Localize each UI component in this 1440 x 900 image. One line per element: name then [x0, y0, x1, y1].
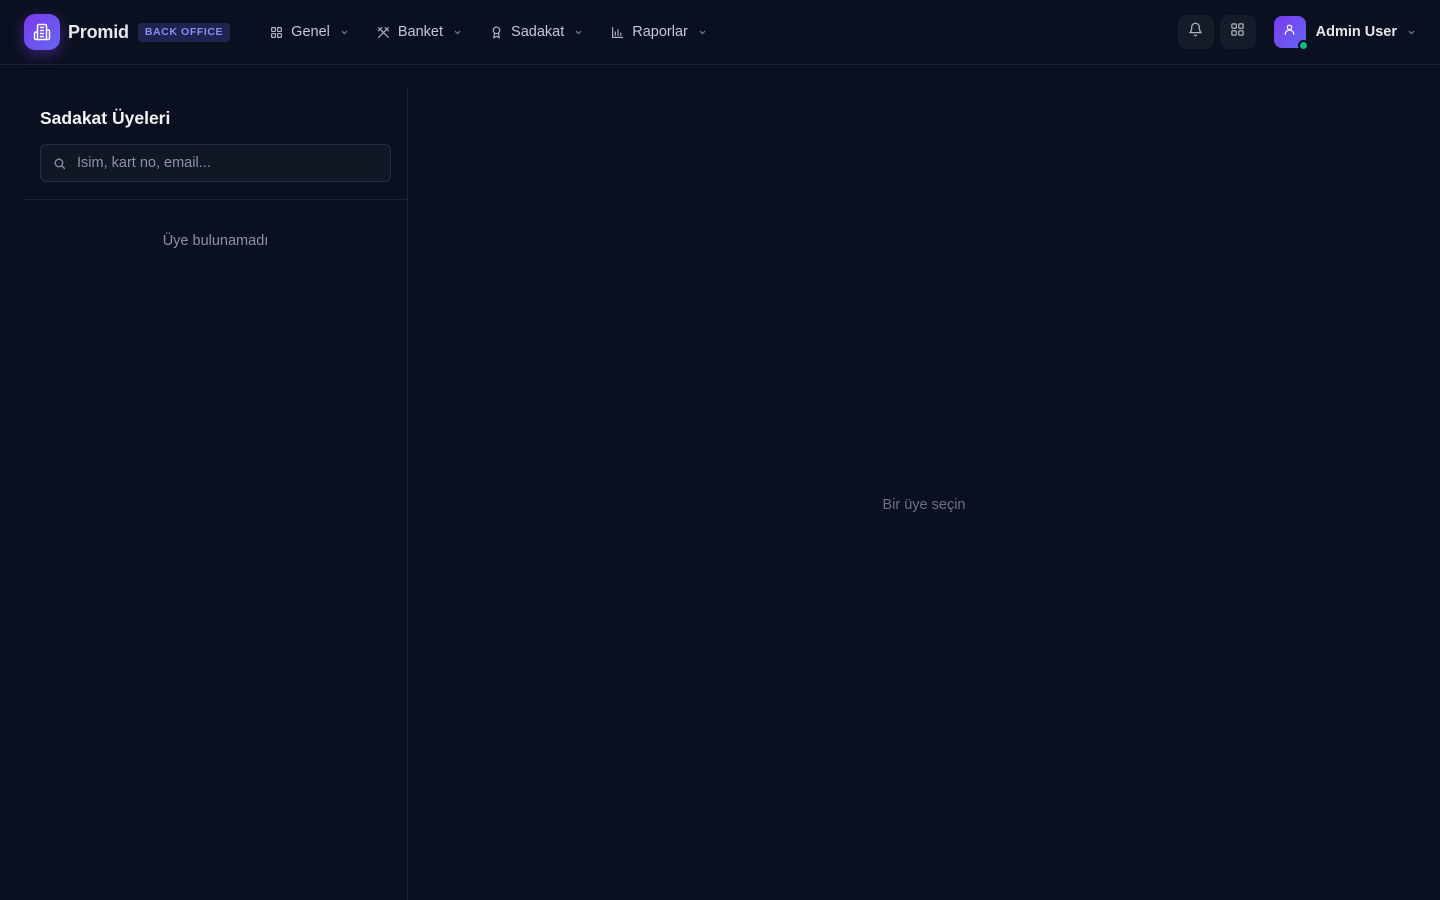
search-icon [53, 156, 67, 170]
apps-button[interactable] [1219, 15, 1256, 49]
chevron-down-icon [574, 28, 583, 37]
sidebar-title: Sadakat Üyeleri [40, 108, 171, 128]
brand-name: Promid [68, 21, 129, 42]
nav-item-label: Sadakat [511, 24, 565, 40]
top-navigation-bar: Promid BACK OFFICE Genel Banket Sadakat … [0, 0, 1440, 65]
member-detail-panel: Bir üye seçin [408, 89, 1440, 900]
notifications-button[interactable] [1177, 15, 1214, 49]
utensils-icon [377, 26, 390, 39]
online-status-dot [1297, 40, 1309, 51]
grid-icon [270, 26, 283, 39]
empty-list-message: Üye bulunamadı [162, 233, 269, 249]
nav-item-banket[interactable]: Banket [377, 14, 462, 50]
brand[interactable]: Promid BACK OFFICE [24, 14, 231, 50]
nav-item-genel[interactable]: Genel [270, 14, 349, 50]
members-sidebar: Sadakat Üyeleri Üye bulunamadı [24, 89, 408, 900]
chevron-down-icon [698, 28, 707, 37]
user-name: Admin User [1315, 24, 1397, 40]
nav-item-label: Raporlar [632, 24, 688, 40]
search-input[interactable] [77, 155, 378, 171]
avatar [1273, 16, 1309, 51]
bell-icon [1188, 22, 1203, 42]
award-icon [490, 25, 503, 39]
chevron-down-icon [453, 28, 462, 37]
user-icon [1283, 23, 1296, 41]
search-box [40, 144, 391, 182]
header-actions: Admin User [1172, 15, 1416, 51]
nav-item-label: Genel [291, 24, 330, 40]
user-menu[interactable]: Admin User [1273, 16, 1416, 51]
nav-item-label: Banket [397, 24, 444, 40]
main-nav: Genel Banket Sadakat Raporlar [270, 14, 735, 50]
apps-grid-icon [1230, 22, 1245, 42]
chevron-down-icon [340, 28, 349, 37]
building-icon [24, 14, 60, 50]
empty-selection-message: Bir üye seçin [882, 497, 966, 513]
nav-item-raporlar[interactable]: Raporlar [611, 14, 707, 50]
brand-badge: BACK OFFICE [137, 22, 231, 42]
nav-item-sadakat[interactable]: Sadakat [490, 14, 583, 50]
chevron-down-icon [1407, 28, 1416, 37]
bar-chart-icon [611, 26, 624, 39]
sidebar-header: Sadakat Üyeleri [24, 89, 407, 200]
